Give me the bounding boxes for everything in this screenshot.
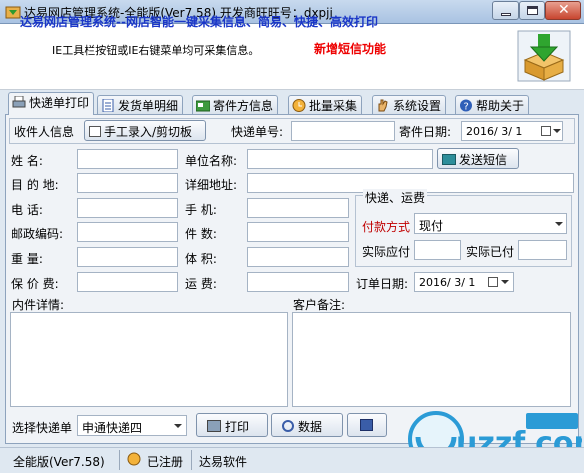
remark-label: 客户备注:: [293, 298, 346, 312]
choose-courier-label: 选择快递单: [12, 421, 73, 435]
chevron-down-icon: [501, 280, 509, 284]
printer-icon: [12, 96, 26, 108]
volume-label: 体 积:: [185, 252, 217, 266]
name-input[interactable]: [77, 149, 178, 169]
actual-receivable-label: 实际应付: [362, 245, 411, 259]
app-icon: [5, 6, 21, 19]
chevron-down-icon: [174, 424, 182, 428]
document-icon: [102, 99, 114, 112]
phone-label: 电 话:: [11, 203, 43, 217]
banner-title: 达易网店管理系统--网店智能一键采集信息、简易、快捷、高效打印: [20, 15, 378, 29]
data-button[interactable]: 数据: [271, 413, 343, 437]
pieces-input[interactable]: [247, 222, 349, 242]
order-date-picker[interactable]: 2016/ 3/ 1: [414, 272, 514, 292]
send-sms-button[interactable]: 发送短信: [437, 148, 519, 169]
status-divider: [119, 450, 120, 470]
hand-icon: [378, 99, 388, 112]
address-label: 详细地址:: [185, 178, 238, 192]
payment-method-label: 付款方式: [362, 220, 411, 234]
close-icon: ✕: [558, 2, 570, 18]
tab-print-waybill[interactable]: 快递单打印: [8, 92, 95, 115]
mobile-input[interactable]: [247, 198, 349, 218]
card-icon: [196, 100, 210, 112]
tab-help-about[interactable]: ? 帮助关于: [455, 95, 530, 114]
tracking-number-label: 快递单号:: [231, 125, 284, 139]
tracking-number-input[interactable]: [291, 121, 395, 141]
order-date-label: 订单日期:: [356, 277, 409, 291]
calendar-icon: [488, 277, 498, 287]
tab-system-settings[interactable]: 系统设置: [372, 95, 447, 114]
notepad-icon: [89, 126, 101, 137]
payment-method-select[interactable]: 现付: [414, 213, 567, 234]
floppy-icon: [360, 419, 373, 431]
destination-label: 目 的 地:: [11, 178, 59, 192]
save-button[interactable]: [347, 413, 387, 437]
sms-icon: [442, 154, 456, 165]
contents-label: 内件详情:: [12, 298, 65, 312]
new-feature-notice: 新增短信功能: [314, 42, 387, 56]
svg-text:?: ?: [464, 102, 469, 113]
actual-receivable-input[interactable]: [414, 240, 461, 260]
status-version: 全能版(Ver7.58): [13, 455, 105, 469]
tab-shipment-details[interactable]: 发货单明细: [97, 95, 184, 114]
close-button[interactable]: ✕: [545, 1, 581, 20]
calendar-icon: [541, 126, 551, 136]
print-button[interactable]: 打印: [196, 413, 268, 437]
insurance-label: 保 价 费:: [11, 277, 59, 291]
download-box-icon: [517, 30, 571, 82]
courier-select[interactable]: 申通快递四: [77, 415, 187, 436]
printer-icon: [207, 420, 221, 432]
company-input[interactable]: [247, 149, 433, 169]
help-icon: ?: [460, 99, 472, 113]
tab-sender-info[interactable]: 寄件方信息: [192, 95, 279, 114]
minimize-button[interactable]: [492, 1, 519, 20]
freight-input[interactable]: [247, 272, 349, 292]
zip-input[interactable]: [77, 222, 178, 242]
company-label: 单位名称:: [185, 154, 238, 168]
remark-textarea[interactable]: [292, 312, 571, 407]
contents-textarea[interactable]: [10, 312, 288, 407]
mobile-label: 手 机:: [185, 203, 217, 217]
zip-label: 邮政编码:: [11, 227, 64, 241]
magnifier-icon: [282, 420, 294, 432]
phone-input[interactable]: [77, 198, 178, 218]
volume-input[interactable]: [247, 247, 349, 267]
weight-input[interactable]: [77, 247, 178, 267]
tab-batch-collect[interactable]: 批量采集: [288, 95, 363, 114]
recipient-info-label: 收件人信息: [14, 125, 75, 139]
pieces-label: 件 数:: [185, 227, 217, 241]
name-label: 姓 名:: [11, 154, 43, 168]
chevron-down-icon: [553, 129, 561, 133]
actual-paid-input[interactable]: [518, 240, 567, 260]
send-date-label: 寄件日期:: [399, 125, 452, 139]
send-date-picker[interactable]: 2016/ 3/ 1: [461, 121, 563, 141]
status-registered: 已注册: [147, 455, 184, 469]
banner-subtitle: IE工具栏按钮或IE右键菜单均可采集信息。: [52, 44, 260, 57]
maximize-button[interactable]: [519, 1, 545, 20]
actual-paid-label: 实际已付: [466, 245, 515, 259]
freight-label: 运 费:: [185, 277, 217, 291]
registered-icon: [127, 452, 141, 466]
destination-input[interactable]: [77, 173, 178, 193]
status-divider: [191, 450, 192, 470]
status-vendor: 达易软件: [199, 455, 248, 469]
weight-label: 重 量:: [11, 252, 43, 266]
express-fee-legend: 快递、运费: [363, 189, 428, 206]
insurance-input[interactable]: [77, 272, 178, 292]
manual-entry-button[interactable]: 手工录入/剪切板: [84, 120, 206, 141]
clock-icon: [292, 99, 306, 112]
chevron-down-icon: [555, 222, 563, 226]
